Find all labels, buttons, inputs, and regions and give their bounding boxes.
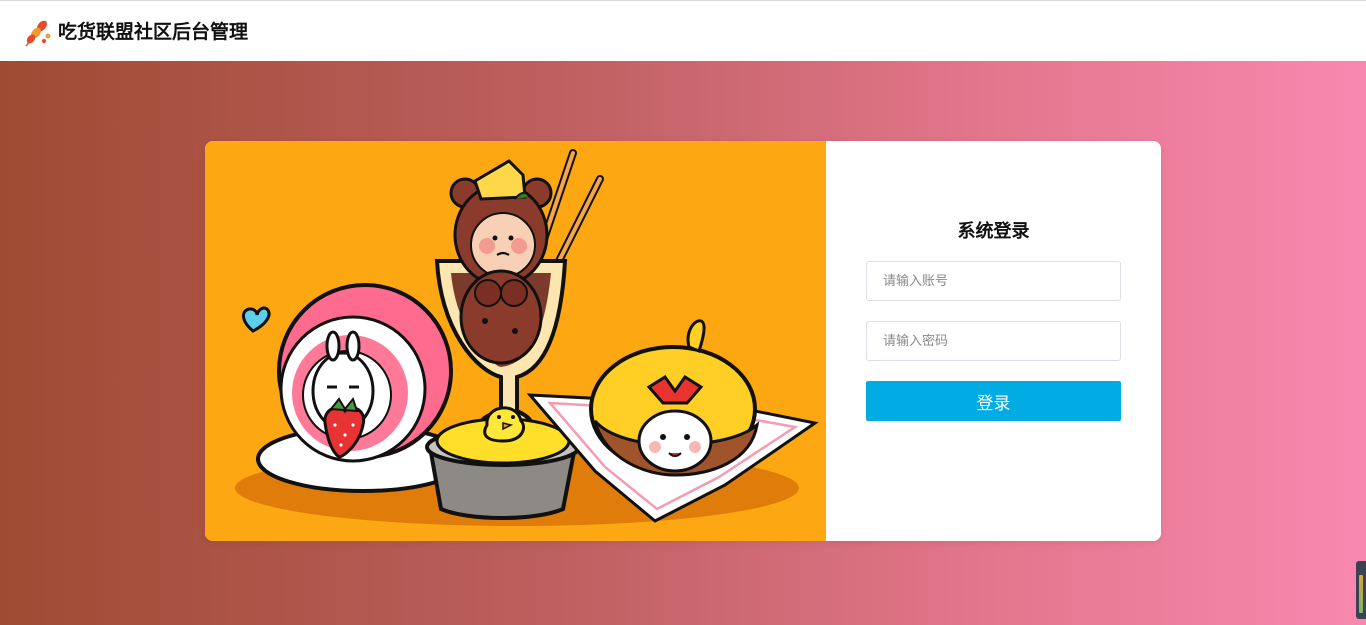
login-form-panel: 系统登录 登录 <box>826 141 1161 541</box>
widget-indicator <box>1359 575 1363 613</box>
login-card: 系统登录 登录 <box>205 141 1161 541</box>
login-title: 系统登录 <box>957 221 1030 242</box>
account-input[interactable] <box>866 261 1121 301</box>
login-button[interactable]: 登录 <box>866 381 1121 421</box>
app-title: 吃货联盟社区后台管理 <box>58 21 249 43</box>
password-input[interactable] <box>866 321 1121 361</box>
side-widget-tab[interactable] <box>1356 561 1366 619</box>
login-page: 吃货联盟社区后台管理 系统登录 请输入账号 登录 <box>0 0 1366 625</box>
desserts-illustration <box>205 141 826 541</box>
skewer-food-icon <box>22 17 52 49</box>
top-header: 吃货联盟社区后台管理 <box>0 0 1366 61</box>
desserts-illustration-art <box>235 149 819 526</box>
